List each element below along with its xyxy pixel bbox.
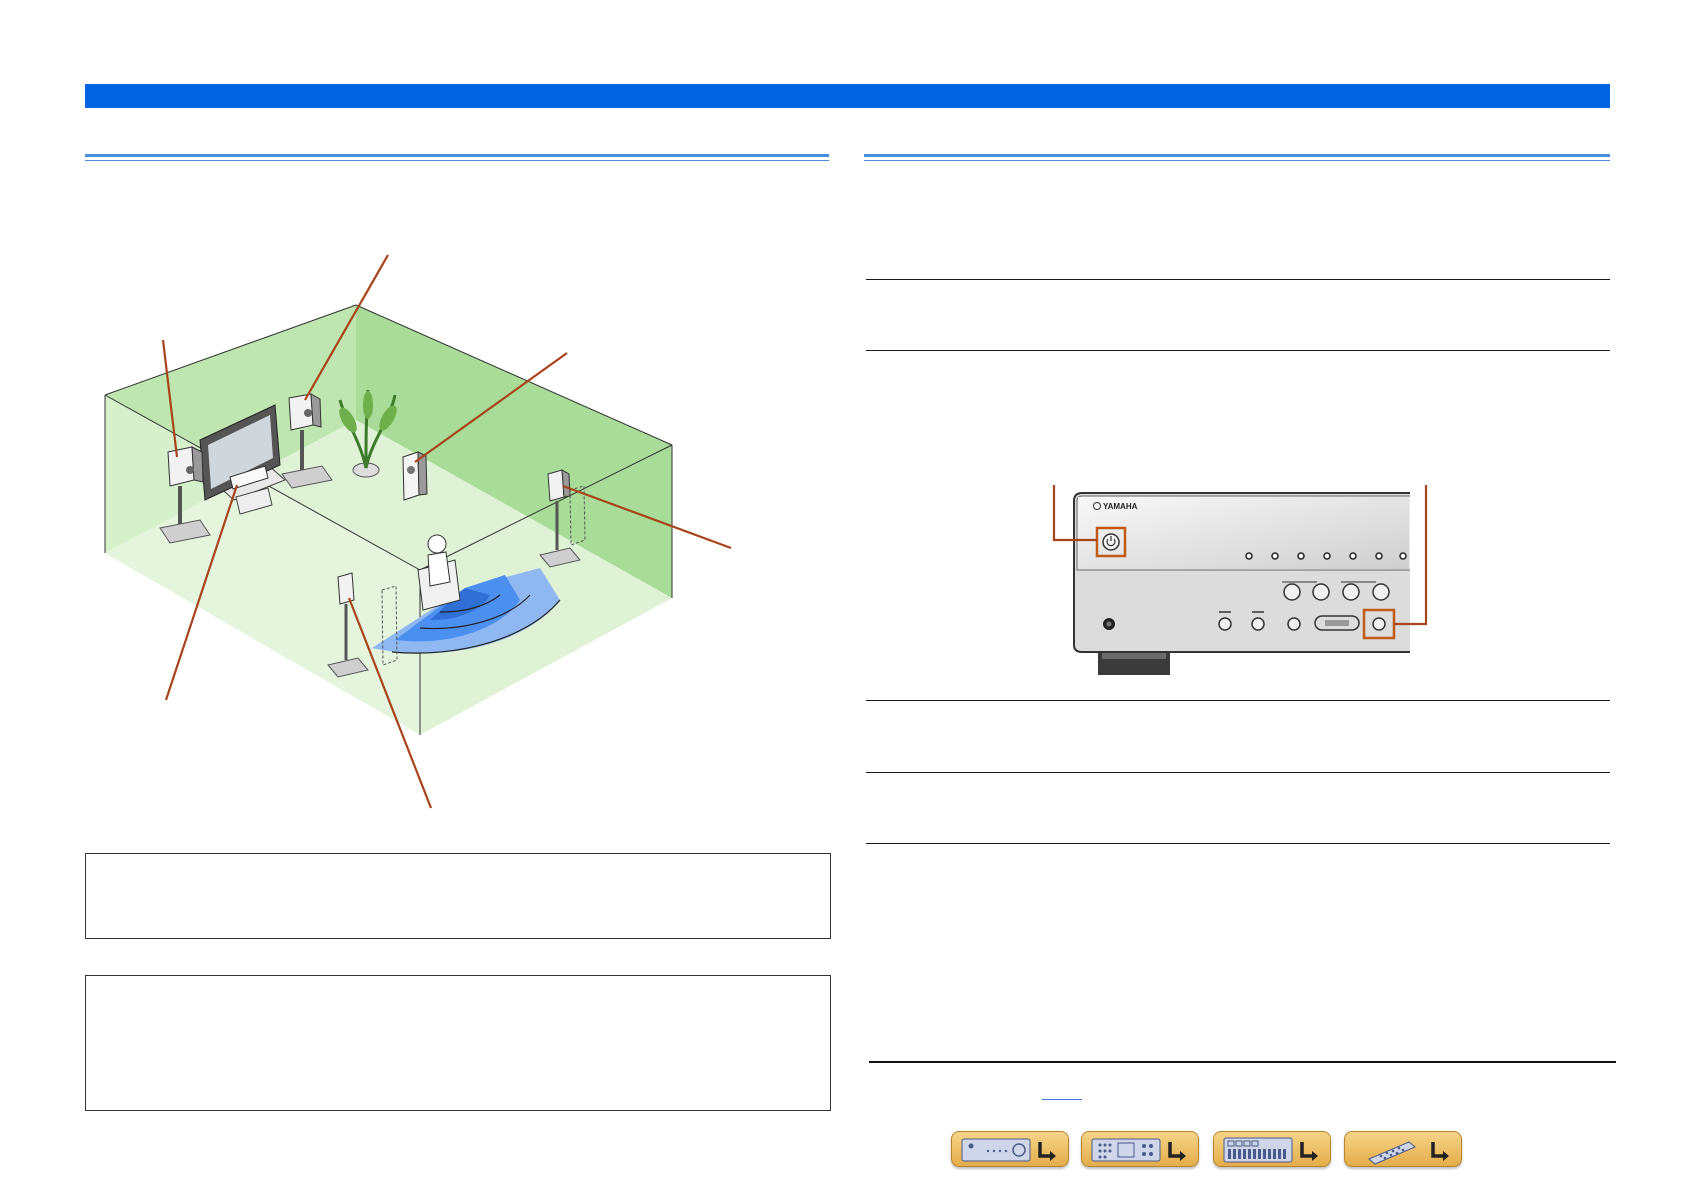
display-icon [1223,1137,1318,1163]
page-link[interactable] [1042,1099,1082,1100]
step-divider [866,279,1610,280]
step-divider [866,843,1610,844]
note-box [85,853,831,939]
front-panel-icon [961,1138,1056,1162]
step-divider [866,772,1610,773]
info-box [85,975,831,1111]
brand-logo: YAMAHA [1103,502,1138,511]
step-divider [866,350,1610,351]
remote-control-icon [1368,1141,1449,1165]
speaker-placement-room-diagram-icon [104,254,732,809]
remote-control-nav-button[interactable] [1344,1131,1462,1167]
right-section-rule [864,154,1610,161]
step-divider [866,700,1610,701]
title-bar [85,84,1610,108]
left-section-rule [85,154,829,161]
receiver-front-panel-icon: YAMAHA [1052,485,1428,675]
front-panel-nav-button[interactable] [951,1131,1069,1167]
rear-panel-nav-button[interactable] [1081,1131,1199,1167]
display-nav-button[interactable] [1213,1131,1331,1167]
footer-rule [869,1061,1616,1063]
rear-panel-icon [1091,1138,1186,1162]
